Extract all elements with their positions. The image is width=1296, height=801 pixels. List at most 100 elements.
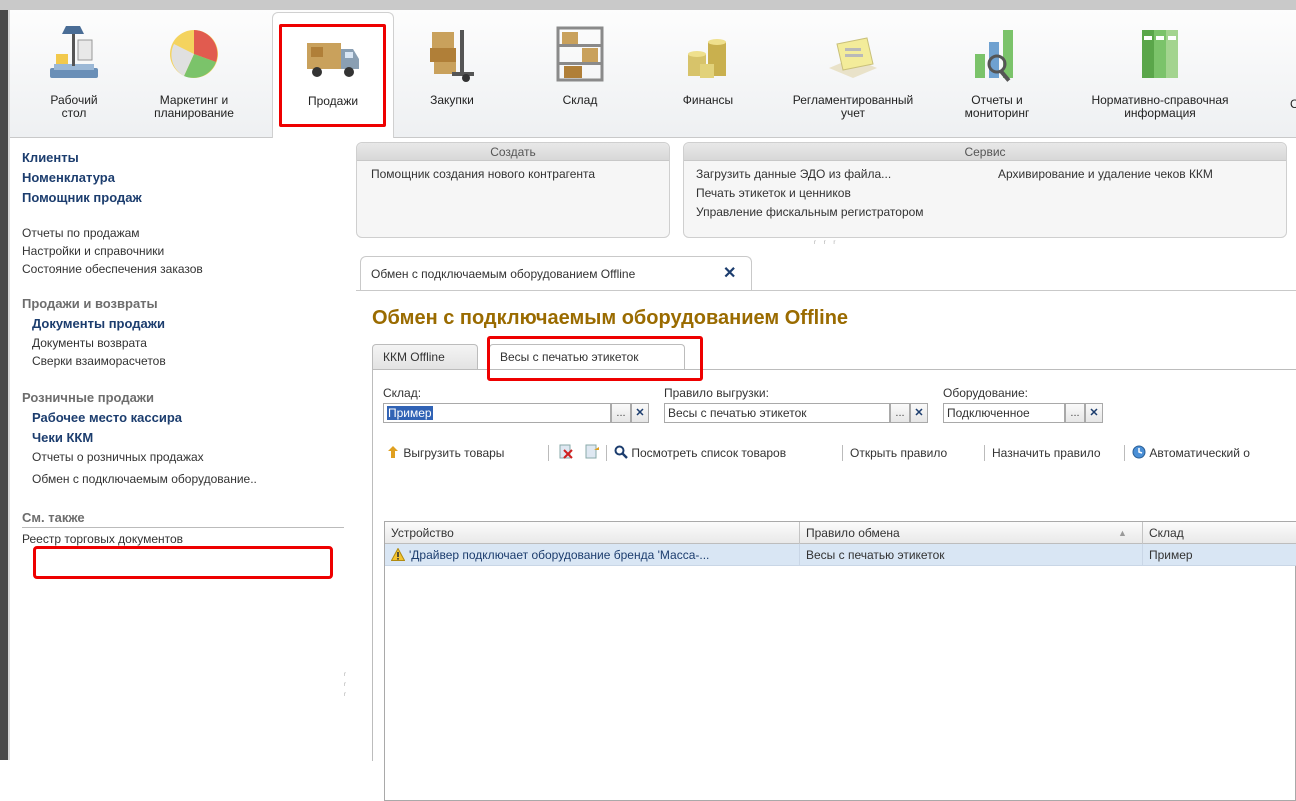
nav-settlement-reconciliation[interactable]: Сверки взаиморасчетов [22,352,352,370]
section-regulated-accounting[interactable]: Регламентированный учет [778,18,928,136]
section-more[interactable]: С [1288,18,1296,136]
section-finance[interactable]: Финансы [670,18,746,136]
delivery-truck-icon [307,43,359,77]
close-icon[interactable]: ✕ [723,257,736,291]
automatic-exchange-button[interactable]: Автоматический о [1132,442,1250,464]
row-warehouse-cell: Пример [1149,548,1193,562]
warehouse-shelf-icon [556,26,604,82]
row-rule-cell: Весы с печатью этикеток [806,548,945,562]
table-row[interactable]: 'Драйвер подключает оборудование бренда … [385,544,1296,566]
desk-lamp-icon [50,26,98,78]
section-label: Маркетинг и планирование [154,93,234,120]
export-goods-label: Выгрузить товары [403,446,505,460]
section-sales[interactable]: Продажи [272,12,394,138]
window-left-edge [0,10,8,760]
toolbar-separator [1124,445,1125,461]
section-purchases[interactable]: Закупки [414,18,490,136]
nav-order-supply[interactable]: Состояние обеспечения заказов [22,260,352,278]
nav-cashier-workplace[interactable]: Рабочее место кассира [22,408,352,428]
warehouse-value: Пример [387,406,433,420]
rule-select-button[interactable]: ... [890,403,910,423]
row-device-cell: 'Драйвер подключает оборудование бренда … [385,544,799,566]
clear-export-button[interactable] [558,442,574,464]
archive-kkm-receipts-link[interactable]: Архивирование и удаление чеков ККМ [998,165,1213,184]
section-warehouse[interactable]: Склад [542,18,618,136]
nav-group-sales-returns: Продажи и возвраты [22,296,158,311]
equipment-clear-button[interactable]: ✕ [1085,403,1103,423]
binders-icon [1142,30,1178,78]
toolbar-separator [842,445,843,461]
section-label: Рабочий стол [50,93,98,120]
service-panel: Сервис Загрузить данные ЭДО из файла... … [683,142,1287,238]
toolbar-separator [548,445,549,461]
exchange-form: Обмен с подключаемым оборудованием Offli… [356,290,1296,801]
section-label: Закупки [430,93,474,107]
clock-icon [1132,445,1146,459]
load-edo-data-link[interactable]: Загрузить данные ЭДО из файла... [696,165,924,184]
tab-label-scales[interactable]: Весы с печатью этикеток [489,344,685,370]
pie-chart-icon [170,30,218,78]
equipment-select-button[interactable]: ... [1065,403,1085,423]
warehouse-field[interactable]: Пример [383,403,611,423]
rule-clear-button[interactable]: ✕ [910,403,928,423]
section-label: Отчеты и мониторинг [964,93,1030,120]
section-marketing[interactable]: Маркетинг и планирование [142,18,246,136]
nav-nomenclature[interactable]: Номенклатура [22,168,352,188]
delete-document-icon [559,444,573,459]
column-warehouse[interactable]: Склад [1143,522,1296,544]
doc-tab-label: Обмен с подключаемым оборудованием Offli… [371,267,636,281]
automatic-exchange-label: Автоматический о [1149,446,1250,460]
nav-sales-documents[interactable]: Документы продажи [22,314,352,334]
panel-splitter[interactable]: rrr [344,670,348,710]
tab-kkm-offline[interactable]: ККМ Offline [372,344,478,370]
tab-equipment-exchange-offline[interactable]: Обмен с подключаемым оборудованием Offli… [360,256,752,290]
row-device-text: 'Драйвер подключает оборудование бренда … [409,548,710,562]
nav-equipment-exchange[interactable]: Обмен с подключаемым оборудование.. [22,470,352,488]
export-goods-button[interactable]: Выгрузить товары [386,442,504,464]
highlight-equipment-exchange [33,546,333,579]
nav-gap [22,208,352,224]
fiscal-registrar-link[interactable]: Управление фискальным регистратором [696,203,924,222]
equipment-field[interactable]: Подключенное [943,403,1065,423]
warehouse-select-button[interactable]: ... [611,403,631,423]
assign-rule-button[interactable]: Назначить правило [992,442,1101,464]
service-panel-title: Сервис [684,143,1286,161]
document-export-icon [585,444,599,459]
equipment-label: Оборудование: [943,386,1028,400]
coins-stack-icon [688,39,726,78]
nav-group-see-also: См. также [22,508,344,528]
panel-resize-grip[interactable]: r r r [814,240,838,246]
nav-trade-documents-registry[interactable]: Реестр торговых документов [22,530,352,548]
column-exchange-rule[interactable]: Правило обмена ▲ [800,522,1142,544]
column-exchange-rule-label: Правило обмена [806,526,900,540]
section-reports[interactable]: Отчеты и мониторинг [960,18,1034,136]
rule-label: Правило выгрузки: [664,386,769,400]
column-device[interactable]: Устройство [385,522,799,544]
nav-sales-reports[interactable]: Отчеты по продажам [22,224,352,242]
toolbar-separator [606,445,607,461]
search-icon [614,445,628,459]
rule-field[interactable]: Весы с печатью этикеток [664,403,890,423]
table-header: Устройство Правило обмена ▲ Склад [385,522,1296,544]
nav-sales-assistant[interactable]: Помощник продаж [22,188,352,208]
export-rule-button[interactable] [584,442,600,464]
nav-return-documents[interactable]: Документы возврата [22,334,352,352]
nav-settings[interactable]: Настройки и справочники [22,242,352,260]
export-arrow-icon [388,446,398,458]
view-goods-list-button[interactable]: Посмотреть список товаров [614,442,786,464]
sort-icon: ▲ [1118,528,1127,538]
warehouse-clear-button[interactable]: ✕ [631,403,649,423]
nav-clients[interactable]: Клиенты [22,148,352,168]
open-rule-button[interactable]: Открыть правило [850,442,947,464]
section-desktop[interactable]: Рабочий стол [38,18,110,136]
section-label: Нормативно-справочная информация [1091,93,1229,120]
print-labels-link[interactable]: Печать этикеток и ценников [696,184,924,203]
create-new-counterparty-link[interactable]: Помощник создания нового контрагента [371,165,655,184]
document-area: Обмен с подключаемым оборудованием Offli… [356,250,1296,801]
nav-kkm-receipts[interactable]: Чеки ККМ [22,428,352,448]
nav-retail-reports[interactable]: Отчеты о розничных продажах [22,448,352,466]
section-reference-info[interactable]: Нормативно-справочная информация [1080,18,1240,136]
bar-chart-magnifier-icon [975,30,1013,82]
hand-truck-boxes-icon [430,30,474,82]
section-label: Склад [562,93,598,107]
